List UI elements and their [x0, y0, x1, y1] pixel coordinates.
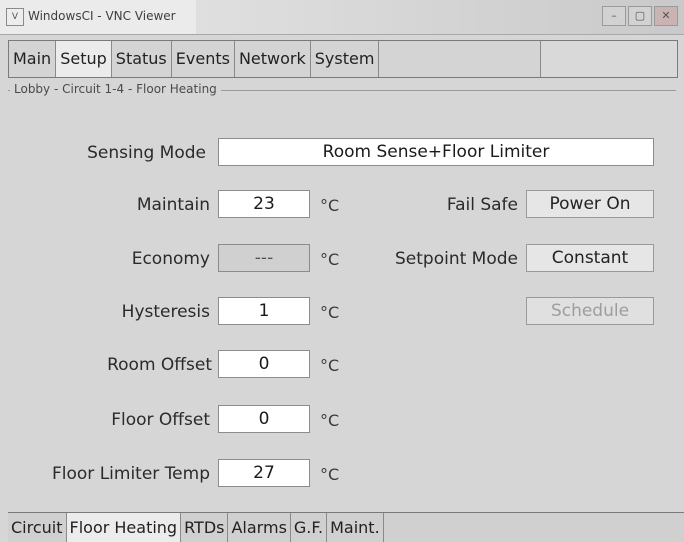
vnc-viewer-window: V WindowsCI - VNC Viewer – ▢ ✕ Main Setu…: [0, 0, 684, 542]
floor-offset-unit: °C: [320, 411, 340, 430]
tab-events[interactable]: Events: [171, 41, 235, 77]
maintain-label: Maintain: [136, 195, 210, 215]
tab-setup[interactable]: Setup: [56, 41, 112, 77]
hysteresis-label: Hysteresis: [121, 302, 210, 322]
tab-rtds[interactable]: RTDs: [181, 513, 229, 542]
tab-gf[interactable]: G.F.: [290, 513, 328, 542]
bottom-tab-bar: Circuit Floor Heating RTDs Alarms G.F. M…: [8, 512, 684, 542]
app-icon: V: [6, 8, 24, 26]
schedule-button: Schedule: [526, 297, 654, 325]
tab-system[interactable]: System: [310, 41, 380, 77]
title-bar: V WindowsCI - VNC Viewer – ▢ ✕: [0, 0, 684, 35]
economy-label: Economy: [131, 249, 210, 269]
setpoint-mode-button[interactable]: Constant: [526, 244, 654, 272]
setpoint-mode-label: Setpoint Mode: [395, 249, 518, 269]
economy-field: ---: [218, 244, 310, 272]
tab-floor-heating[interactable]: Floor Heating: [66, 513, 182, 542]
tab-circuit[interactable]: Circuit: [8, 513, 67, 542]
tab-alarms[interactable]: Alarms: [228, 513, 291, 542]
top-tab-bar: Main Setup Status Events Network System: [8, 40, 678, 78]
floor-limiter-temp-unit: °C: [320, 465, 340, 484]
sensing-mode-field[interactable]: Room Sense+Floor Limiter: [218, 138, 654, 166]
bottom-tab-filler: [383, 513, 684, 542]
floor-offset-label: Floor Offset: [111, 410, 210, 430]
tab-status[interactable]: Status: [111, 41, 172, 77]
maintain-field[interactable]: 23: [218, 190, 310, 218]
tab-network[interactable]: Network: [234, 41, 311, 77]
hysteresis-field[interactable]: 1: [218, 297, 310, 325]
window-title: WindowsCI - VNC Viewer: [28, 9, 176, 23]
floor-offset-field[interactable]: 0: [218, 405, 310, 433]
room-offset-label: Room Offset: [107, 355, 212, 375]
hysteresis-unit: °C: [320, 303, 340, 322]
maintain-unit: °C: [320, 196, 340, 215]
close-icon[interactable]: ✕: [654, 6, 678, 26]
tab-main[interactable]: Main: [9, 41, 57, 77]
floor-limiter-temp-field[interactable]: 27: [218, 459, 310, 487]
window-controls: – ▢ ✕: [602, 6, 678, 26]
maximize-icon[interactable]: ▢: [628, 6, 652, 26]
tab-maint[interactable]: Maint.: [327, 513, 384, 542]
fail-safe-label: Fail Safe: [446, 195, 518, 215]
tab-bar-filler: [379, 41, 542, 77]
minimize-icon[interactable]: –: [602, 6, 626, 26]
economy-unit: °C: [320, 250, 340, 269]
floor-limiter-temp-label: Floor Limiter Temp: [52, 464, 210, 484]
room-offset-field[interactable]: 0: [218, 350, 310, 378]
group-box-label: Lobby - Circuit 1-4 - Floor Heating: [10, 82, 221, 96]
fail-safe-button[interactable]: Power On: [526, 190, 654, 218]
sensing-mode-label: Sensing Mode: [87, 143, 206, 163]
room-offset-unit: °C: [320, 356, 340, 375]
